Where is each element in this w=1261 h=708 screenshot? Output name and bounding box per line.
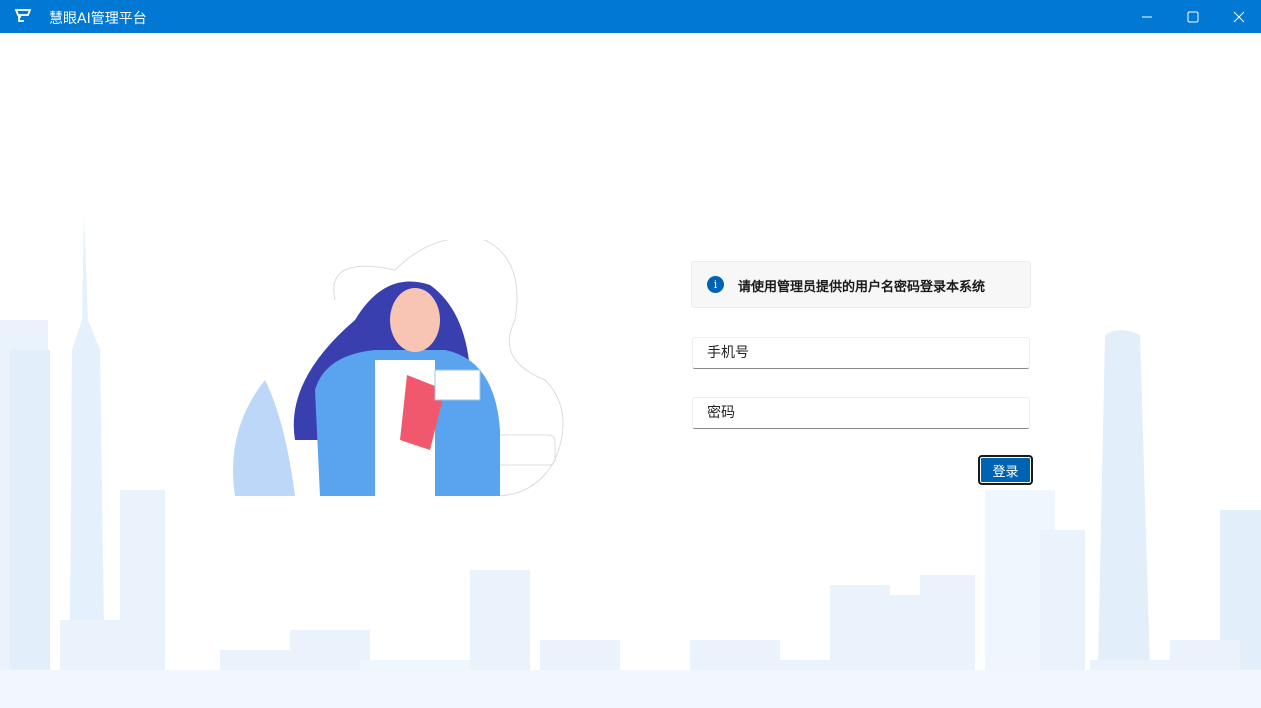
minimize-button[interactable] <box>1124 0 1170 33</box>
doctor-illustration <box>233 240 564 496</box>
login-notice: i 请使用管理员提供的用户名密码登录本系统 <box>691 261 1031 308</box>
phone-input[interactable] <box>692 337 1030 369</box>
camera-logo-icon <box>14 9 32 22</box>
maximize-icon <box>1187 11 1199 22</box>
login-button[interactable]: 登录 <box>978 455 1033 485</box>
notice-text: 请使用管理员提供的用户名密码登录本系统 <box>738 280 986 295</box>
password-input[interactable] <box>692 397 1030 429</box>
close-icon <box>1233 11 1245 22</box>
maximize-button[interactable] <box>1170 0 1216 33</box>
minimize-icon <box>1142 16 1152 17</box>
info-icon: i <box>707 276 724 293</box>
close-button[interactable] <box>1216 0 1261 33</box>
title-bar: 慧眼AI管理平台 <box>0 0 1261 33</box>
window-title: 慧眼AI管理平台 <box>49 11 147 27</box>
city-skyline-background <box>0 215 1261 708</box>
